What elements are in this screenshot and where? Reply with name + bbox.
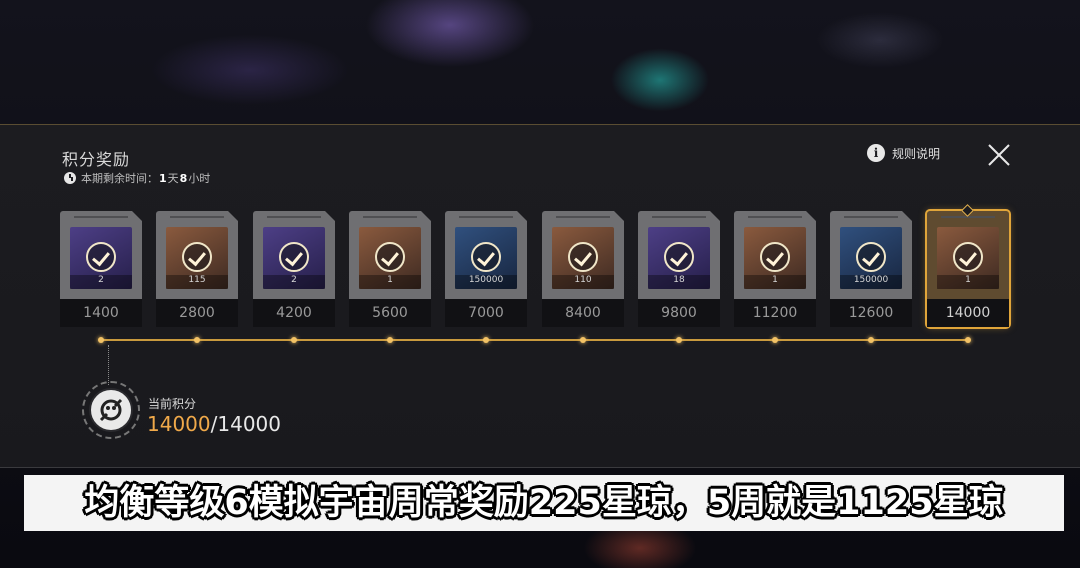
caption-banner: 均衡等级6模拟宇宙周常奖励225星琼，5周就是1125星琼 bbox=[24, 475, 1064, 531]
card-top-line bbox=[748, 216, 802, 218]
reward-quantity: 1 bbox=[937, 275, 999, 289]
rules-button[interactable]: i 规则说明 bbox=[867, 144, 940, 162]
reward-quantity: 2 bbox=[263, 275, 325, 289]
reward-points: 8400 bbox=[542, 299, 624, 327]
claimed-check-icon bbox=[856, 242, 886, 272]
card-top-line bbox=[844, 216, 898, 218]
remaining-time: 本期剩余时间： 1 天 8 小时 bbox=[64, 170, 210, 186]
progress-node bbox=[772, 337, 778, 343]
reward-points: 12600 bbox=[830, 299, 912, 327]
card-top-line bbox=[363, 216, 417, 218]
rules-label: 规则说明 bbox=[892, 146, 941, 161]
close-icon bbox=[988, 144, 1010, 166]
reward-quantity: 150000 bbox=[840, 275, 902, 289]
current-points: 14000/14000 bbox=[147, 412, 281, 436]
card-top-line bbox=[556, 216, 610, 218]
claimed-check-icon bbox=[953, 242, 983, 272]
reward-card[interactable]: 1 14000 bbox=[925, 209, 1011, 329]
caption-text: 均衡等级6模拟宇宙周常奖励225星琼，5周就是1125星琼 bbox=[84, 483, 1004, 523]
reward-points: 1400 bbox=[60, 299, 142, 327]
card-top-line bbox=[459, 216, 513, 218]
reward-quantity: 1 bbox=[744, 275, 806, 289]
card-top-line bbox=[170, 216, 224, 218]
reward-points: 2800 bbox=[156, 299, 238, 327]
reward-points: 5600 bbox=[349, 299, 431, 327]
progress-node bbox=[483, 337, 489, 343]
current-points-label: 当前积分 bbox=[148, 397, 197, 411]
reward-card[interactable]: 150000 7000 bbox=[445, 211, 527, 327]
progress-node bbox=[291, 337, 297, 343]
reward-track: 2 1400 115 2800 2 4200 1 5600 150000 7000 110 8400 1… bbox=[60, 209, 1020, 329]
card-top-line bbox=[74, 216, 128, 218]
reward-points: 14000 bbox=[927, 299, 1009, 327]
reward-points: 11200 bbox=[734, 299, 816, 327]
reward-points: 4200 bbox=[253, 299, 335, 327]
reward-card[interactable]: 2 1400 bbox=[60, 211, 142, 327]
progress-node bbox=[676, 337, 682, 343]
claimed-check-icon bbox=[568, 242, 598, 272]
claimed-check-icon bbox=[760, 242, 790, 272]
claimed-check-icon bbox=[279, 242, 309, 272]
claimed-check-icon bbox=[182, 242, 212, 272]
reward-card[interactable]: 110 8400 bbox=[542, 211, 624, 327]
info-icon: i bbox=[867, 144, 885, 162]
timer-hour-unit: 小时 bbox=[188, 172, 211, 185]
claimed-check-icon bbox=[375, 242, 405, 272]
progress-node bbox=[98, 337, 104, 343]
current-points-value: 14000 bbox=[147, 412, 211, 436]
timer-hours: 8 bbox=[179, 171, 188, 185]
reward-card[interactable]: 2 4200 bbox=[253, 211, 335, 327]
reward-quantity: 115 bbox=[166, 275, 228, 289]
progress-node bbox=[965, 337, 971, 343]
reward-points: 9800 bbox=[638, 299, 720, 327]
claimed-check-icon bbox=[664, 242, 694, 272]
reward-card[interactable]: 1 5600 bbox=[349, 211, 431, 327]
timer-day-unit: 天 bbox=[167, 172, 179, 185]
timer-prefix: 本期剩余时间： bbox=[81, 172, 158, 185]
reward-quantity: 2 bbox=[70, 275, 132, 289]
reward-points: 7000 bbox=[445, 299, 527, 327]
progress-node bbox=[580, 337, 586, 343]
progress-track bbox=[102, 339, 968, 341]
close-button[interactable] bbox=[986, 142, 1012, 168]
reward-quantity: 110 bbox=[552, 275, 614, 289]
reward-card[interactable]: 1 11200 bbox=[734, 211, 816, 327]
clock-icon bbox=[64, 172, 76, 184]
max-points-value: 14000 bbox=[217, 412, 281, 436]
card-top-line bbox=[652, 216, 706, 218]
timer-days: 1 bbox=[159, 171, 167, 185]
progress-node bbox=[387, 337, 393, 343]
progress-pointer-line bbox=[108, 345, 109, 385]
progress-node bbox=[868, 337, 874, 343]
reward-card[interactable]: 150000 12600 bbox=[830, 211, 912, 327]
points-badge bbox=[82, 381, 140, 439]
claimed-check-icon bbox=[471, 242, 501, 272]
reward-quantity: 1 bbox=[359, 275, 421, 289]
progress-node bbox=[194, 337, 200, 343]
claimed-check-icon bbox=[86, 242, 116, 272]
reward-card[interactable]: 18 9800 bbox=[638, 211, 720, 327]
panel-title: 积分奖励 bbox=[62, 150, 131, 169]
reward-quantity: 150000 bbox=[455, 275, 517, 289]
card-top-line bbox=[267, 216, 321, 218]
reward-quantity: 18 bbox=[648, 275, 710, 289]
reward-card[interactable]: 115 2800 bbox=[156, 211, 238, 327]
pom-pom-icon bbox=[89, 388, 133, 432]
